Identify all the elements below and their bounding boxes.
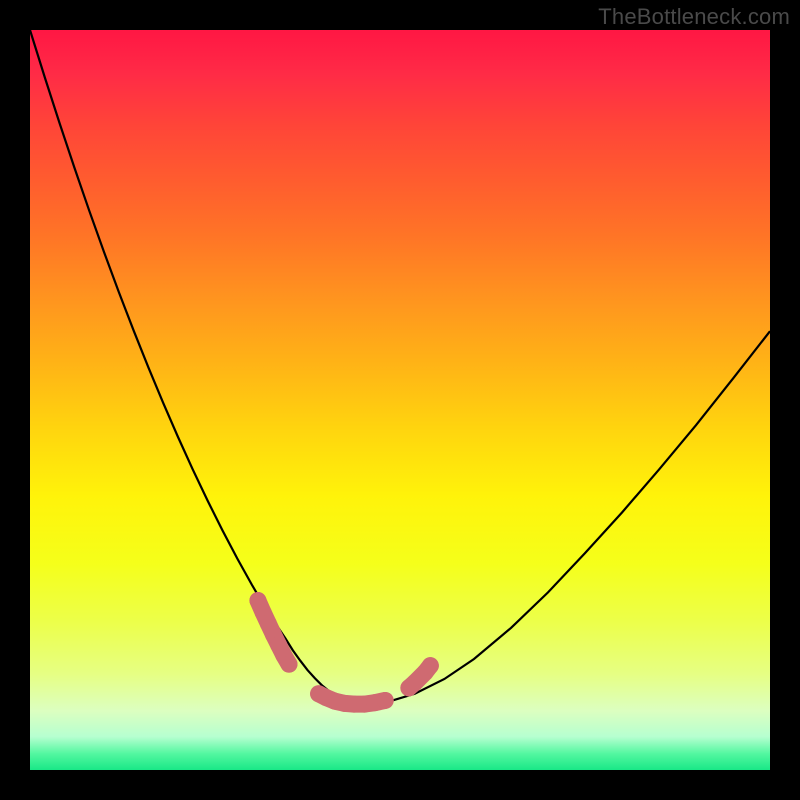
watermark-text: TheBottleneck.com	[598, 4, 790, 30]
chart-stage: TheBottleneck.com	[0, 0, 800, 800]
marker-dot	[377, 692, 394, 709]
marker-dot	[281, 656, 298, 673]
chart-background	[30, 30, 770, 770]
marker-dot	[422, 657, 439, 674]
bottleneck-chart	[30, 30, 770, 770]
